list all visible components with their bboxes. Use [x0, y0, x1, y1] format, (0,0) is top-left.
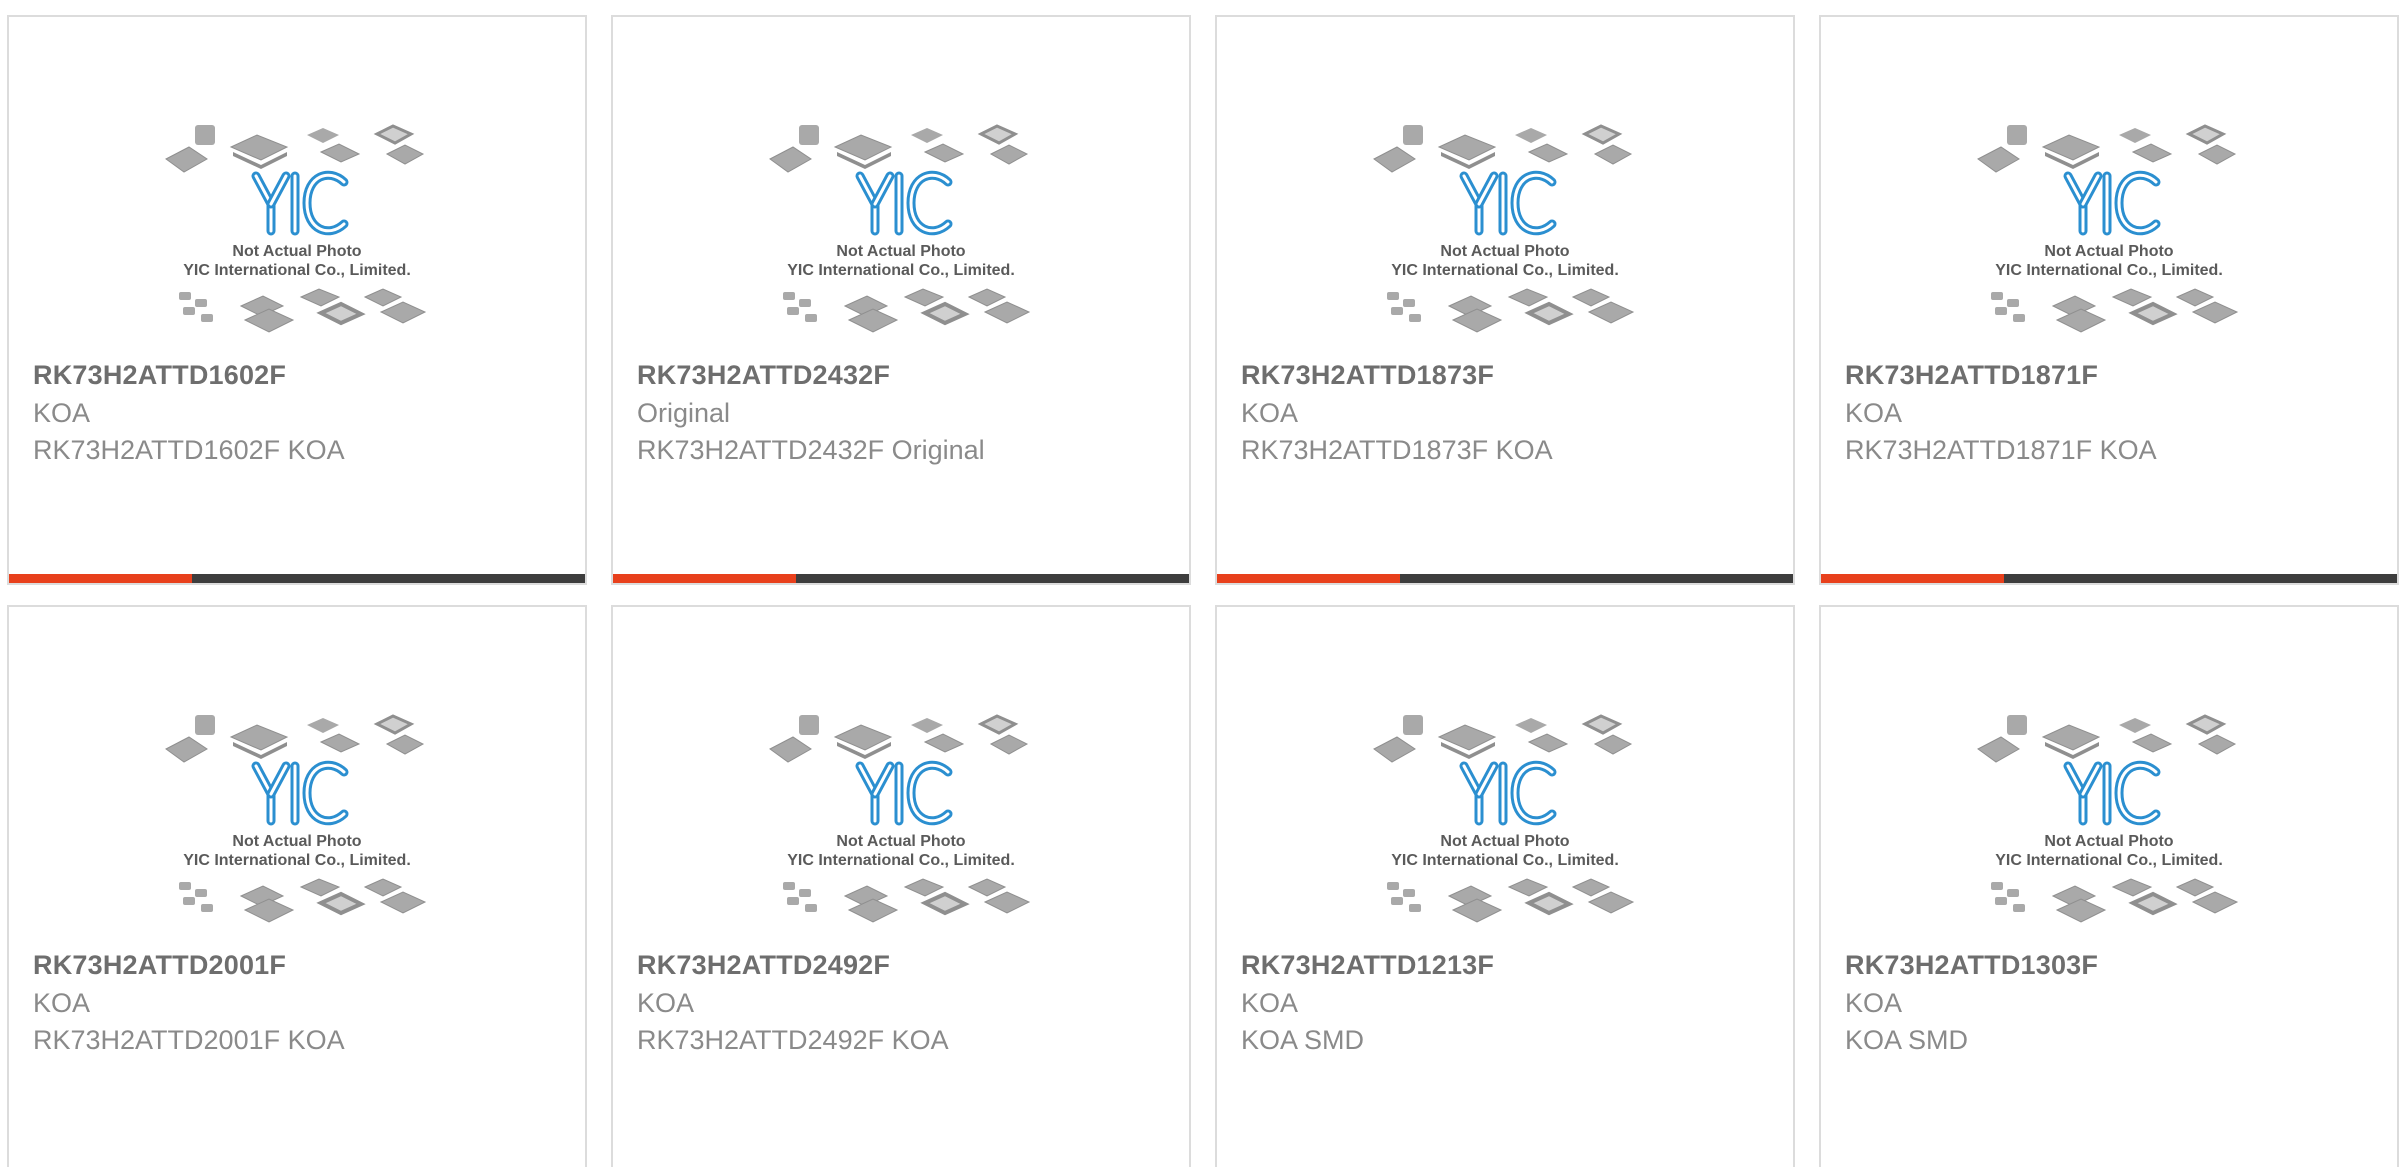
card-bar-accent	[9, 574, 192, 583]
product-brand: KOA	[33, 988, 91, 1018]
product-card[interactable]: Not Actual Photo YIC International Co., L…	[1215, 605, 1795, 1167]
placeholder-caption-line1: Not Actual Photo	[836, 243, 965, 260]
yic-logo	[251, 760, 349, 826]
product-placeholder-image[interactable]: Not Actual Photo YIC International Co., L…	[9, 682, 585, 952]
chip-illustrations-bottom	[783, 288, 1031, 333]
product-part-number[interactable]: RK73H2ATTD2432F	[637, 360, 890, 391]
card-bar-accent	[613, 574, 796, 583]
card-progress-bar	[613, 574, 1189, 583]
chip-illustrations-top	[1373, 124, 1633, 173]
product-card[interactable]: Not Actual Photo YIC International Co., L…	[7, 605, 587, 1167]
card-bar-accent	[1217, 574, 1400, 583]
chip-illustrations-top	[769, 124, 1029, 173]
placeholder-caption-line1: Not Actual Photo	[1440, 833, 1569, 850]
placeholder-caption-line1: Not Actual Photo	[2044, 833, 2173, 850]
chip-illustrations-top	[165, 124, 425, 173]
yic-logo	[2063, 170, 2161, 236]
placeholder-caption-line2: YIC International Co., Limited.	[787, 262, 1015, 279]
chip-illustrations-top	[165, 714, 425, 763]
placeholder-caption-line1: Not Actual Photo	[836, 833, 965, 850]
placeholder-caption-line1: Not Actual Photo	[232, 833, 361, 850]
card-progress-bar	[9, 574, 585, 583]
product-brand: Original	[637, 398, 731, 428]
product-description: RK73H2ATTD2001F KOA	[33, 1025, 345, 1055]
placeholder-caption-line2: YIC International Co., Limited.	[1391, 852, 1619, 869]
product-description: KOA SMD	[1241, 1025, 1365, 1055]
product-part-number[interactable]: RK73H2ATTD1602F	[33, 360, 286, 391]
placeholder-caption-line1: Not Actual Photo	[1440, 243, 1569, 260]
chip-illustrations-bottom	[1387, 288, 1635, 333]
product-description: RK73H2ATTD2492F KOA	[637, 1025, 949, 1055]
product-part-number[interactable]: RK73H2ATTD1303F	[1845, 950, 2098, 981]
card-bar-accent	[1821, 574, 2004, 583]
product-brand: KOA	[1241, 988, 1299, 1018]
card-progress-bar	[1217, 574, 1793, 583]
chip-illustrations-bottom	[1387, 878, 1635, 923]
product-placeholder-image[interactable]: Not Actual Photo YIC International Co., L…	[9, 92, 585, 362]
chip-illustrations-top	[769, 714, 1029, 763]
product-grid: Not Actual Photo YIC International Co., L…	[0, 0, 2400, 1167]
product-placeholder-image[interactable]: Not Actual Photo YIC International Co., L…	[1821, 92, 2397, 362]
product-part-number[interactable]: RK73H2ATTD1871F	[1845, 360, 2098, 391]
placeholder-caption-line2: YIC International Co., Limited.	[1995, 852, 2223, 869]
yic-logo	[1459, 170, 1557, 236]
placeholder-caption-line1: Not Actual Photo	[2044, 243, 2173, 260]
product-part-number[interactable]: RK73H2ATTD2492F	[637, 950, 890, 981]
product-card[interactable]: Not Actual Photo YIC International Co., L…	[611, 605, 1191, 1167]
product-card[interactable]: Not Actual Photo YIC International Co., L…	[1215, 15, 1795, 585]
product-description: RK73H2ATTD1602F KOA	[33, 435, 345, 465]
product-brand: KOA	[637, 988, 695, 1018]
product-part-number[interactable]: RK73H2ATTD2001F	[33, 950, 286, 981]
yic-logo	[855, 170, 953, 236]
placeholder-caption-line2: YIC International Co., Limited.	[183, 852, 411, 869]
placeholder-caption-line2: YIC International Co., Limited.	[787, 852, 1015, 869]
product-description: RK73H2ATTD1871F KOA	[1845, 435, 2157, 465]
product-description: RK73H2ATTD1873F KOA	[1241, 435, 1553, 465]
product-part-number[interactable]: RK73H2ATTD1213F	[1241, 950, 1494, 981]
yic-logo	[1459, 760, 1557, 826]
chip-illustrations-bottom	[179, 878, 427, 923]
placeholder-caption-line2: YIC International Co., Limited.	[1391, 262, 1619, 279]
product-placeholder-image[interactable]: Not Actual Photo YIC International Co., L…	[1217, 92, 1793, 362]
product-card[interactable]: Not Actual Photo YIC International Co., L…	[7, 15, 587, 585]
chip-illustrations-top	[1977, 124, 2237, 173]
product-card[interactable]: Not Actual Photo YIC International Co., L…	[1819, 15, 2399, 585]
product-brand: KOA	[1241, 398, 1299, 428]
yic-logo	[251, 170, 349, 236]
product-card[interactable]: Not Actual Photo YIC International Co., L…	[1819, 605, 2399, 1167]
yic-logo	[2063, 760, 2161, 826]
product-placeholder-image[interactable]: Not Actual Photo YIC International Co., L…	[1217, 682, 1793, 952]
product-placeholder-image[interactable]: Not Actual Photo YIC International Co., L…	[1821, 682, 2397, 952]
placeholder-caption-line2: YIC International Co., Limited.	[1995, 262, 2223, 279]
product-card[interactable]: Not Actual Photo YIC International Co., L…	[611, 15, 1191, 585]
chip-illustrations-bottom	[179, 288, 427, 333]
placeholder-caption-line1: Not Actual Photo	[232, 243, 361, 260]
chip-illustrations-top	[1373, 714, 1633, 763]
product-placeholder-image[interactable]: Not Actual Photo YIC International Co., L…	[613, 682, 1189, 952]
product-placeholder-image[interactable]: Not Actual Photo YIC International Co., L…	[613, 92, 1189, 362]
placeholder-caption-line2: YIC International Co., Limited.	[183, 262, 411, 279]
chip-illustrations-bottom	[783, 878, 1031, 923]
product-brand: KOA	[1845, 398, 1903, 428]
product-description: RK73H2ATTD2432F Original	[637, 435, 985, 465]
chip-illustrations-top	[1977, 714, 2237, 763]
yic-logo	[855, 760, 953, 826]
product-part-number[interactable]: RK73H2ATTD1873F	[1241, 360, 1494, 391]
product-description: KOA SMD	[1845, 1025, 1969, 1055]
chip-illustrations-bottom	[1991, 288, 2239, 333]
chip-illustrations-bottom	[1991, 878, 2239, 923]
product-brand: KOA	[33, 398, 91, 428]
card-progress-bar	[1821, 574, 2397, 583]
product-brand: KOA	[1845, 988, 1903, 1018]
